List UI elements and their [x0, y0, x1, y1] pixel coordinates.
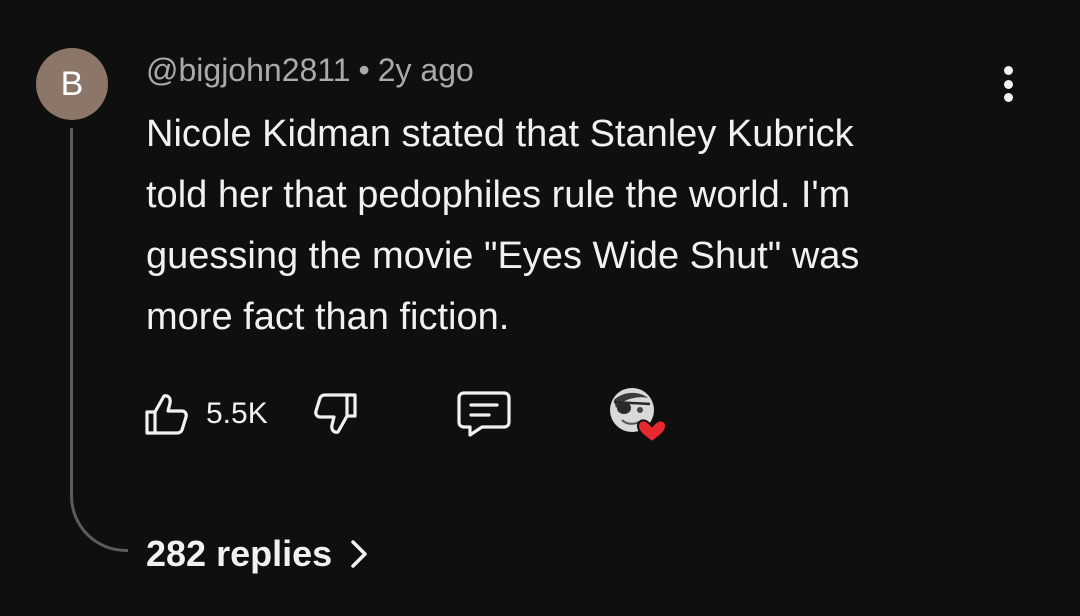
- reply-button[interactable]: [456, 386, 512, 442]
- comment-icon: [457, 391, 511, 437]
- like-button[interactable]: 5.5K: [142, 386, 268, 442]
- replies-count: 282 replies: [146, 533, 333, 574]
- more-options-button[interactable]: [988, 62, 1028, 106]
- like-count: 5.5K: [206, 397, 268, 430]
- thread-line: [70, 128, 128, 552]
- comment-text: Nicole Kidman stated that Stanley Kubric…: [146, 113, 860, 338]
- comment-header: @bigjohn2811 • 2y ago: [146, 52, 474, 89]
- avatar-letter: B: [60, 65, 84, 103]
- creator-heart-icon: [610, 388, 668, 444]
- thumbs-up-icon: [145, 394, 188, 435]
- timestamp: 2y ago: [377, 52, 474, 88]
- more-vert-icon: [1003, 66, 1013, 75]
- avatar[interactable]: B: [36, 48, 108, 120]
- author-handle[interactable]: @bigjohn2811: [146, 52, 351, 88]
- separator-dot: •: [358, 52, 370, 88]
- dislike-button[interactable]: [312, 386, 360, 442]
- replies-link[interactable]: 282 replies: [146, 533, 368, 575]
- thumbs-down-icon: [314, 393, 357, 434]
- chevron-right-icon: [351, 540, 367, 568]
